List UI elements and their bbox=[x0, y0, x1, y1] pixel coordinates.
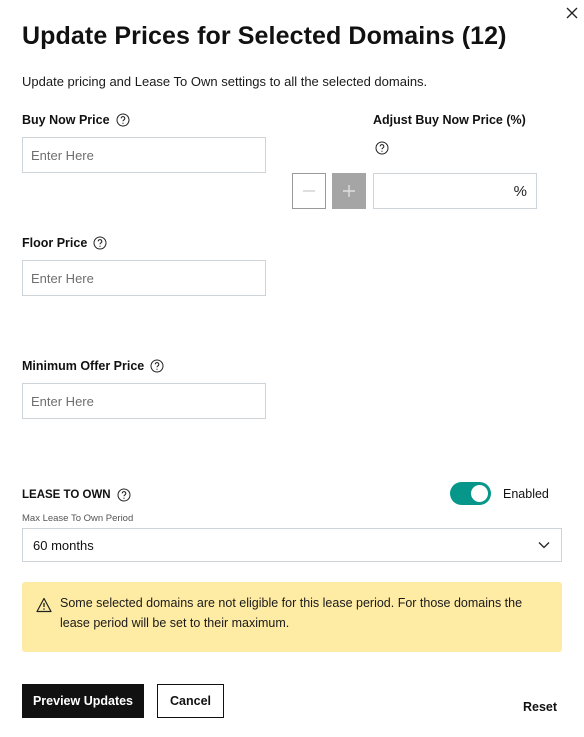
help-icon[interactable] bbox=[93, 236, 107, 250]
warning-icon bbox=[36, 597, 52, 613]
help-icon[interactable] bbox=[117, 488, 131, 502]
help-icon[interactable] bbox=[375, 141, 389, 155]
toggle-state-label: Enabled bbox=[503, 487, 549, 501]
help-icon[interactable] bbox=[116, 113, 130, 127]
buy-now-price-input[interactable] bbox=[22, 137, 266, 173]
help-icon[interactable] bbox=[150, 359, 164, 373]
minimum-offer-price-label-text: Minimum Offer Price bbox=[22, 359, 145, 373]
max-lease-period-label: Max Lease To Own Period bbox=[22, 513, 134, 524]
floor-price-label: Floor Price bbox=[22, 236, 107, 250]
decrease-percent-button[interactable] bbox=[292, 173, 326, 209]
reset-button[interactable]: Reset bbox=[523, 700, 557, 714]
warning-alert: Some selected domains are not eligible f… bbox=[22, 582, 562, 652]
adjust-buy-now-price-label: Adjust Buy Now Price (%) bbox=[373, 113, 526, 127]
buy-now-price-label: Buy Now Price bbox=[22, 113, 130, 127]
toggle-knob bbox=[471, 485, 488, 502]
plus-icon bbox=[343, 185, 355, 197]
adjust-percent-field: % bbox=[373, 173, 537, 209]
lease-to-own-toggle[interactable] bbox=[450, 482, 491, 505]
floor-price-label-text: Floor Price bbox=[22, 236, 88, 250]
cancel-button[interactable]: Cancel bbox=[157, 684, 224, 718]
adjust-percent-input[interactable] bbox=[374, 174, 504, 208]
percent-suffix: % bbox=[513, 183, 527, 200]
buy-now-price-label-text: Buy Now Price bbox=[22, 113, 110, 127]
increase-percent-button[interactable] bbox=[332, 173, 366, 209]
lease-to-own-label: LEASE TO OWN bbox=[22, 488, 131, 502]
select-value: 60 months bbox=[33, 537, 94, 553]
minimum-offer-price-label: Minimum Offer Price bbox=[22, 359, 164, 373]
close-button[interactable] bbox=[563, 4, 581, 22]
minus-icon bbox=[303, 190, 315, 192]
floor-price-input[interactable] bbox=[22, 260, 266, 296]
close-icon bbox=[566, 7, 578, 19]
preview-updates-button[interactable]: Preview Updates bbox=[22, 684, 144, 718]
chevron-down-icon bbox=[537, 538, 551, 552]
warning-text: Some selected domains are not eligible f… bbox=[60, 596, 523, 630]
lease-to-own-label-text: LEASE TO OWN bbox=[22, 489, 111, 501]
max-lease-period-select[interactable]: 60 months bbox=[22, 528, 562, 562]
minimum-offer-price-input[interactable] bbox=[22, 383, 266, 419]
dialog-subtitle: Update pricing and Lease To Own settings… bbox=[22, 74, 428, 89]
dialog-title: Update Prices for Selected Domains (12) bbox=[22, 22, 507, 50]
